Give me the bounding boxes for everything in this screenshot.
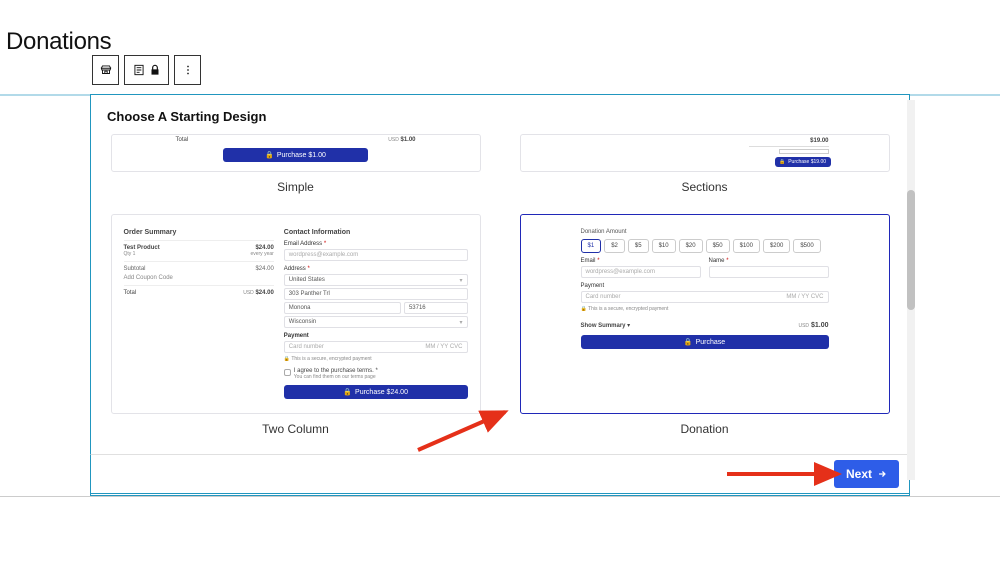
form-icon [132, 63, 146, 77]
tc-prod-sub: every year [250, 251, 273, 257]
tc-payment-label: Payment [284, 333, 468, 339]
tc-zip: 53716 [404, 302, 468, 314]
lock-icon [148, 63, 162, 77]
tc-email-field: wordpress@example.com [284, 249, 468, 261]
tc-coupon: Add Coupon Code [124, 275, 274, 281]
tc-total-label: Total [124, 290, 137, 296]
donation-secure: 🔒 This is a secure, encrypted payment [581, 306, 829, 312]
donation-amount-20: $20 [679, 239, 703, 253]
tc-subtotal-label: Subtotal [124, 266, 146, 272]
kebab-icon [181, 63, 195, 77]
design-option-donation[interactable]: Donation Amount $1$2$5$10$20$50$100$200$… [510, 214, 899, 436]
tc-secure: 🔒 This is a secure, encrypted payment [284, 356, 468, 362]
simple-total-label: Total [176, 137, 189, 143]
hr-section-divider [0, 496, 1000, 497]
donation-email-field: wordpress@example.com [581, 266, 701, 278]
donation-summary-toggle: Show Summary ▾ [581, 322, 631, 329]
modal-title: Choose A Starting Design [91, 95, 909, 134]
store-icon [99, 63, 113, 77]
block-toolbar [92, 55, 201, 85]
donation-amount-1: $1 [581, 239, 602, 253]
tc-subtotal-price: $24.00 [255, 266, 273, 272]
tc-country: United States▾ [284, 274, 468, 286]
donation-name-label: Name * [709, 258, 829, 264]
donation-amount-500: $500 [793, 239, 820, 253]
scrollbar-thumb[interactable] [907, 190, 915, 310]
donation-amount-10: $10 [652, 239, 676, 253]
donation-caption: Donation [680, 422, 728, 436]
annotation-arrow-to-next [723, 462, 853, 486]
design-option-simple[interactable]: Total USD $1.00 🔒Purchase $1.00 Simple [101, 134, 490, 194]
tc-total: USD $24.00 [243, 290, 274, 296]
two-column-caption: Two Column [262, 422, 329, 436]
donation-amount-100: $100 [733, 239, 760, 253]
donation-amount-label: Donation Amount [581, 229, 829, 235]
simple-total-value: USD $1.00 [388, 137, 415, 143]
donation-thumb-selected: Donation Amount $1$2$5$10$20$50$100$200$… [520, 214, 890, 414]
donation-amount-50: $50 [706, 239, 730, 253]
design-option-sections[interactable]: $19.00 🔒Purchase $19.00 Sections [510, 134, 899, 194]
tc-contact-title: Contact Information [284, 229, 468, 236]
arrow-right-icon [877, 469, 887, 479]
store-icon-btn[interactable] [92, 55, 119, 85]
annotation-arrow-to-donation [410, 400, 530, 460]
tc-city: Monona [284, 302, 401, 314]
donation-price: USD $1.00 [798, 322, 828, 329]
donation-payment-label: Payment [581, 283, 829, 289]
order-summary-title: Order Summary [124, 229, 274, 236]
tc-street: 303 Panther Trl [284, 288, 468, 300]
donation-name-field [709, 266, 829, 278]
lock-form-btn[interactable] [124, 55, 169, 85]
donation-amount-options: $1$2$5$10$20$50$100$200$500 [581, 237, 829, 253]
tc-email-label: Email Address * [284, 241, 468, 247]
tc-terms-sub: You can find them on our terms page [294, 374, 378, 380]
simple-purchase-preview: 🔒Purchase $1.00 [223, 148, 368, 162]
sections-caption: Sections [681, 180, 727, 194]
simple-caption: Simple [277, 180, 314, 194]
tc-purchase: 🔒Purchase $24.00 [284, 385, 468, 399]
donation-purchase: 🔒Purchase [581, 335, 829, 349]
donation-amount-5: $5 [628, 239, 649, 253]
donation-card: Card numberMM / YY CVC [581, 291, 829, 303]
sections-purchase-preview: 🔒Purchase $19.00 [775, 157, 831, 167]
tc-state: Wisconsin▾ [284, 316, 468, 328]
tc-terms-checkbox [284, 369, 291, 376]
scrollbar[interactable] [907, 100, 915, 480]
more-options-btn[interactable] [174, 55, 201, 85]
page-title: Donations [6, 28, 111, 56]
donation-amount-2: $2 [604, 239, 625, 253]
tc-card: Card numberMM / YY CVC [284, 341, 468, 353]
tc-address-label: Address * [284, 266, 468, 272]
donation-email-label: Email * [581, 258, 701, 264]
tc-qty: Qty 1 [124, 251, 160, 257]
donation-amount-200: $200 [763, 239, 790, 253]
sections-price-preview: $19.00 [810, 138, 828, 144]
